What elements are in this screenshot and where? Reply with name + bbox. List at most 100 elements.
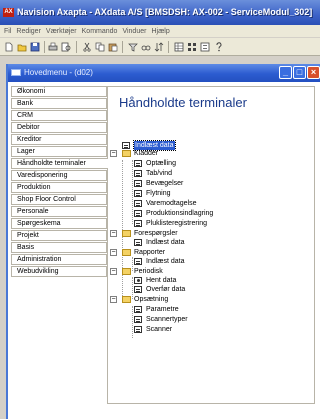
- tree-item-label: Optælling: [146, 160, 176, 167]
- collapse-icon[interactable]: −: [110, 150, 117, 157]
- print-preview-icon[interactable]: [61, 42, 71, 52]
- toolbar-separator: [76, 41, 77, 53]
- tree-folder-label: Kladder: [134, 150, 159, 157]
- nav-item-spoergeskema[interactable]: Spørgeskema: [11, 218, 107, 229]
- print-icon[interactable]: [48, 42, 58, 52]
- save-icon[interactable]: [30, 42, 40, 52]
- nav-item-crm[interactable]: CRM: [11, 110, 107, 121]
- tree-folder-label: Periodisk: [134, 268, 163, 275]
- toolbar-separator: [122, 41, 123, 53]
- tree-line: [132, 160, 133, 224]
- nav-item-debitor[interactable]: Debitor: [11, 122, 107, 133]
- main-menu-title: Hovedmenu - (d02): [24, 68, 93, 77]
- menu-item-icon: [134, 160, 142, 167]
- tree-item-label: Hent data: [146, 277, 177, 284]
- nav-item-personale[interactable]: Personale: [11, 206, 107, 217]
- app-title: Navision Axapta - AXdata A/S [BMSDSH: AX…: [17, 7, 313, 17]
- menu-item-fil[interactable]: Fil: [4, 28, 11, 35]
- collapse-icon[interactable]: −: [110, 249, 117, 256]
- nav-item-webudvikling[interactable]: Webudvikling: [11, 266, 107, 277]
- folder-icon: [122, 268, 131, 275]
- tree-item-label: Scanner: [146, 326, 173, 333]
- folder-icon: [122, 249, 131, 256]
- nav-item-projekt[interactable]: Projekt: [11, 230, 107, 241]
- find-icon[interactable]: [141, 42, 151, 52]
- tree-folder-label: Rapporter: [134, 249, 166, 256]
- menu-item-icon: [134, 239, 142, 246]
- menu-item-hjaelp[interactable]: Hjælp: [151, 28, 169, 35]
- menu-item-icon: [122, 142, 130, 149]
- folder-icon: [122, 150, 131, 157]
- collapse-icon[interactable]: −: [110, 268, 117, 275]
- toolbar: [0, 38, 320, 56]
- toolbar-separator: [168, 41, 169, 53]
- menu-item-icon: [134, 316, 142, 323]
- menu-item-icon: [134, 306, 142, 313]
- menu-item-rediger[interactable]: Rediger: [16, 28, 41, 35]
- tree-item-label: Varemodtagelse: [146, 200, 197, 207]
- nav-item-haandholdte-terminaler[interactable]: Håndholdte terminaler: [11, 158, 108, 169]
- nav-item-lager[interactable]: Lager: [11, 146, 107, 157]
- nav-item-oekonomi[interactable]: Økonomi: [11, 86, 107, 97]
- tree-item-label: Pluklisteregistrering: [146, 220, 208, 227]
- paste-icon[interactable]: [108, 42, 118, 52]
- close-button[interactable]: ×: [307, 66, 320, 79]
- tree-item-label: Indlæst data: [146, 239, 185, 246]
- menu-item-vaerktoejer[interactable]: Værktøjer: [46, 28, 77, 35]
- tree-item-label: Scannertyper: [146, 316, 188, 323]
- menu-item-vinduer[interactable]: Vinduer: [122, 28, 146, 35]
- nav-item-varedisponering[interactable]: Varedisponering: [11, 170, 107, 181]
- main-menu-titlebar[interactable]: Hovedmenu - (d02) _ □ ×: [8, 64, 320, 82]
- nav-item-shop-floor-control[interactable]: Shop Floor Control: [11, 194, 107, 205]
- menu-item-icon: [134, 220, 142, 227]
- open-folder-icon[interactable]: [17, 42, 27, 52]
- tree-folder-label: Opsætning: [134, 296, 169, 303]
- window-icon: [11, 69, 21, 76]
- tree-item-label: Parametre: [146, 306, 179, 313]
- tree-item-label: Tab/vind: [146, 170, 173, 177]
- menu-item-icon: [134, 286, 142, 293]
- folder-icon: [122, 230, 131, 237]
- tree-item-label: Flytning: [146, 190, 171, 197]
- gear-icon: [134, 277, 142, 284]
- menu-item-kommando[interactable]: Kommando: [82, 28, 118, 35]
- grid-icon[interactable]: [187, 42, 197, 52]
- menu-item-icon: [134, 326, 142, 333]
- menu-item-icon: [134, 200, 142, 207]
- tree-line: [132, 257, 133, 271]
- nav-item-produktion[interactable]: Produktion: [11, 182, 107, 193]
- menu-item-icon: [134, 210, 142, 217]
- tree-item-label: Produktionsindlagring: [146, 210, 214, 217]
- collapse-icon[interactable]: −: [110, 230, 117, 237]
- maximize-button[interactable]: □: [293, 66, 306, 79]
- axapta-logo-icon: AX: [3, 8, 14, 17]
- collapse-icon[interactable]: −: [110, 296, 117, 303]
- menu-item-icon: [134, 258, 142, 265]
- tree-line: [132, 277, 133, 299]
- filter-icon[interactable]: [128, 42, 138, 52]
- copy-icon[interactable]: [95, 42, 105, 52]
- module-nav: Økonomi Bank CRM Debitor Kreditor Lager …: [11, 86, 108, 278]
- toolbar-separator: [44, 41, 45, 53]
- minimize-button[interactable]: _: [279, 66, 292, 79]
- nav-item-administration[interactable]: Administration: [11, 254, 107, 265]
- new-document-icon[interactable]: [4, 42, 14, 52]
- list-icon[interactable]: [200, 42, 210, 52]
- nav-item-basis[interactable]: Basis: [11, 242, 107, 253]
- folder-icon: [122, 296, 131, 303]
- menu-tree: Indlæst data − Kladder Optælling Tab/vin…: [108, 87, 314, 403]
- app-titlebar[interactable]: AX Navision Axapta - AXdata A/S [BMSDSH:…: [0, 0, 320, 25]
- tree-item-label: Bevægelser: [146, 180, 184, 187]
- cut-icon[interactable]: [82, 42, 92, 52]
- menu-item-icon: [134, 190, 142, 197]
- table-icon[interactable]: [174, 42, 184, 52]
- help-icon[interactable]: [214, 42, 224, 52]
- nav-item-bank[interactable]: Bank: [11, 98, 107, 109]
- nav-item-kreditor[interactable]: Kreditor: [11, 134, 107, 145]
- tree-line: [132, 306, 133, 338]
- menu-item-icon: [134, 170, 142, 177]
- sort-icon[interactable]: [154, 42, 164, 52]
- tree-item-label: Overfør data: [146, 286, 186, 293]
- main-menu-window: Hovedmenu - (d02) _ □ × Økonomi Bank CRM…: [6, 64, 320, 419]
- menu-item-icon: [134, 180, 142, 187]
